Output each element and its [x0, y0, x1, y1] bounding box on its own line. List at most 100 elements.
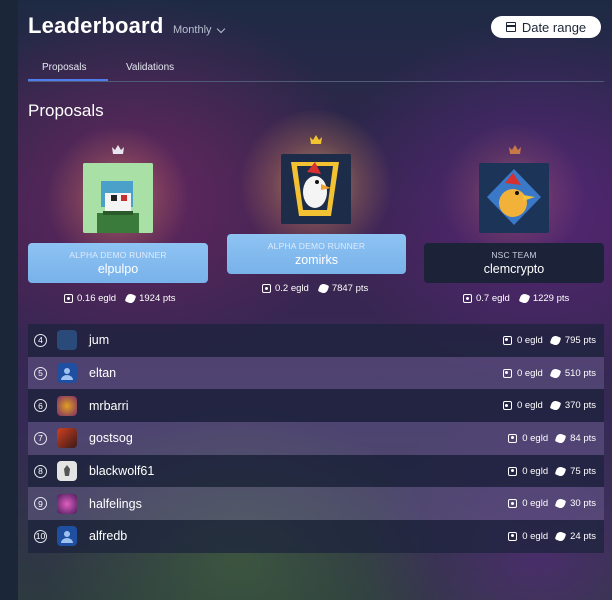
points-value: 30 pts	[570, 498, 596, 510]
egld-value: 0.16 egld	[77, 293, 117, 304]
rank-badge: 8	[34, 464, 47, 478]
crown-shape	[112, 145, 124, 154]
points-value: 24 pts	[570, 530, 596, 542]
tab-validations[interactable]: Validations	[126, 62, 174, 73]
avatar[interactable]	[281, 154, 351, 224]
row-stats: 0 egld 510 pts	[502, 367, 596, 379]
leaderboard-row[interactable]: 4 jum 0 egld 795 pts	[28, 324, 604, 357]
points-value: 1924 pts	[139, 293, 176, 304]
egld-icon	[508, 466, 518, 476]
rank-badge: 10	[34, 529, 47, 543]
avatar	[57, 395, 77, 416]
username: clemcrypto	[483, 262, 545, 276]
points-value: 370 pts	[564, 400, 596, 412]
row-stats: 0 egld 24 pts	[508, 530, 596, 543]
username: zomirks	[294, 253, 339, 267]
avatar	[57, 461, 77, 482]
podium-card[interactable]: ALPHA DEMO RUNNER zomirks	[227, 234, 406, 274]
leaderboard-row[interactable]: 8 blackwolf61 0 egld 75 pts	[28, 454, 604, 488]
avatar-shape	[64, 465, 70, 477]
avatar-head-shape	[64, 368, 70, 375]
egld-icon	[508, 433, 518, 443]
avatar	[57, 493, 77, 514]
date-range-button[interactable]: Date range	[491, 16, 601, 38]
avatar[interactable]	[479, 163, 549, 233]
egld-icon	[502, 335, 512, 345]
calendar-icon	[505, 22, 516, 32]
period-label: Monthly	[173, 24, 212, 36]
points-value: 84 pts	[570, 432, 596, 444]
leaderboard-row[interactable]: 7 gostsog 0 egld 84 pts	[28, 422, 604, 455]
podium-stats: 0.2 egld 7847 pts	[262, 282, 369, 295]
rank-badge: 4	[34, 333, 47, 347]
leaderboard-page: Leaderboard Monthly Date range Proposals…	[18, 0, 612, 600]
egld-icon	[502, 401, 512, 411]
avatar	[57, 330, 77, 351]
leaderboard-row[interactable]: 6 mrbarri 0 egld 370 pts	[28, 389, 604, 423]
rank-badge: 5	[34, 366, 47, 380]
points-value: 75 pts	[570, 465, 596, 477]
points-icon	[554, 432, 567, 445]
username: alfredb	[89, 529, 128, 544]
row-stats: 0 egld 30 pts	[508, 498, 596, 510]
points-value: 510 pts	[564, 367, 596, 379]
points-icon	[518, 292, 531, 305]
row-stats: 0 egld 75 pts	[508, 465, 596, 477]
points-value: 7847 pts	[331, 283, 369, 294]
egld-value: 0 egld	[516, 334, 543, 346]
egld-value: 0 egld	[522, 432, 549, 444]
row-stats: 0 egld 795 pts	[502, 334, 596, 347]
crown-icon	[112, 145, 124, 154]
egld-value: 0 egld	[516, 400, 543, 412]
username: halfelings	[89, 496, 142, 511]
egld-value: 0 egld	[522, 498, 549, 510]
egld-icon	[502, 368, 512, 378]
username: jum	[89, 333, 110, 348]
points-icon	[124, 292, 137, 305]
points-icon	[554, 530, 567, 543]
page-title: Leaderboard	[28, 13, 164, 38]
podium-card[interactable]: NSC TEAM clemcrypto	[424, 243, 604, 283]
username: gostsog	[89, 431, 133, 446]
crown-icon	[310, 135, 322, 144]
crown-shape	[310, 135, 322, 144]
points-icon	[549, 399, 562, 412]
avatar	[57, 526, 77, 547]
leaderboard-row[interactable]: 9 halfelings 0 egld 30 pts	[28, 487, 604, 521]
avatar[interactable]	[83, 163, 153, 233]
tab-proposals[interactable]: Proposals	[42, 62, 86, 73]
points-icon	[549, 334, 562, 347]
section-title: Proposals	[28, 101, 104, 120]
date-range-label: Date range	[521, 19, 587, 35]
egld-value: 0.7 egld	[476, 293, 510, 304]
egld-value: 0 egld	[516, 367, 543, 379]
avatar	[57, 428, 77, 449]
period-dropdown[interactable]: Monthly	[173, 24, 225, 36]
egld-icon	[262, 284, 271, 293]
active-tab-indicator	[28, 79, 108, 81]
username: eltan	[89, 366, 117, 381]
rank-badge: 6	[34, 399, 47, 413]
egld-value: 0 egld	[522, 465, 549, 477]
egld-icon	[64, 294, 73, 303]
points-icon	[554, 465, 567, 477]
podium-card[interactable]: ALPHA DEMO RUNNER elpulpo	[28, 243, 208, 283]
leaderboard-row[interactable]: 10 alfredb 0 egld 24 pts	[28, 520, 604, 553]
points-icon	[554, 498, 567, 510]
avatar-body-shape	[61, 375, 73, 381]
username: mrbarri	[89, 398, 129, 413]
username: blackwolf61	[89, 464, 155, 479]
podium-stats: 0.16 egld 1924 pts	[64, 292, 176, 305]
team-name: ALPHA DEMO RUNNER	[267, 241, 366, 251]
egld-icon	[463, 294, 472, 303]
team-name: NSC TEAM	[491, 250, 537, 260]
team-name: ALPHA DEMO RUNNER	[69, 250, 167, 260]
rank-badge: 9	[34, 497, 47, 511]
crown-shape	[509, 145, 521, 154]
points-value: 795 pts	[564, 334, 596, 346]
leaderboard-row[interactable]: 5 eltan 0 egld 510 pts	[28, 356, 604, 390]
username: elpulpo	[97, 262, 139, 276]
avatar	[57, 363, 77, 384]
row-stats: 0 egld 370 pts	[502, 399, 596, 412]
row-stats: 0 egld 84 pts	[508, 432, 596, 445]
